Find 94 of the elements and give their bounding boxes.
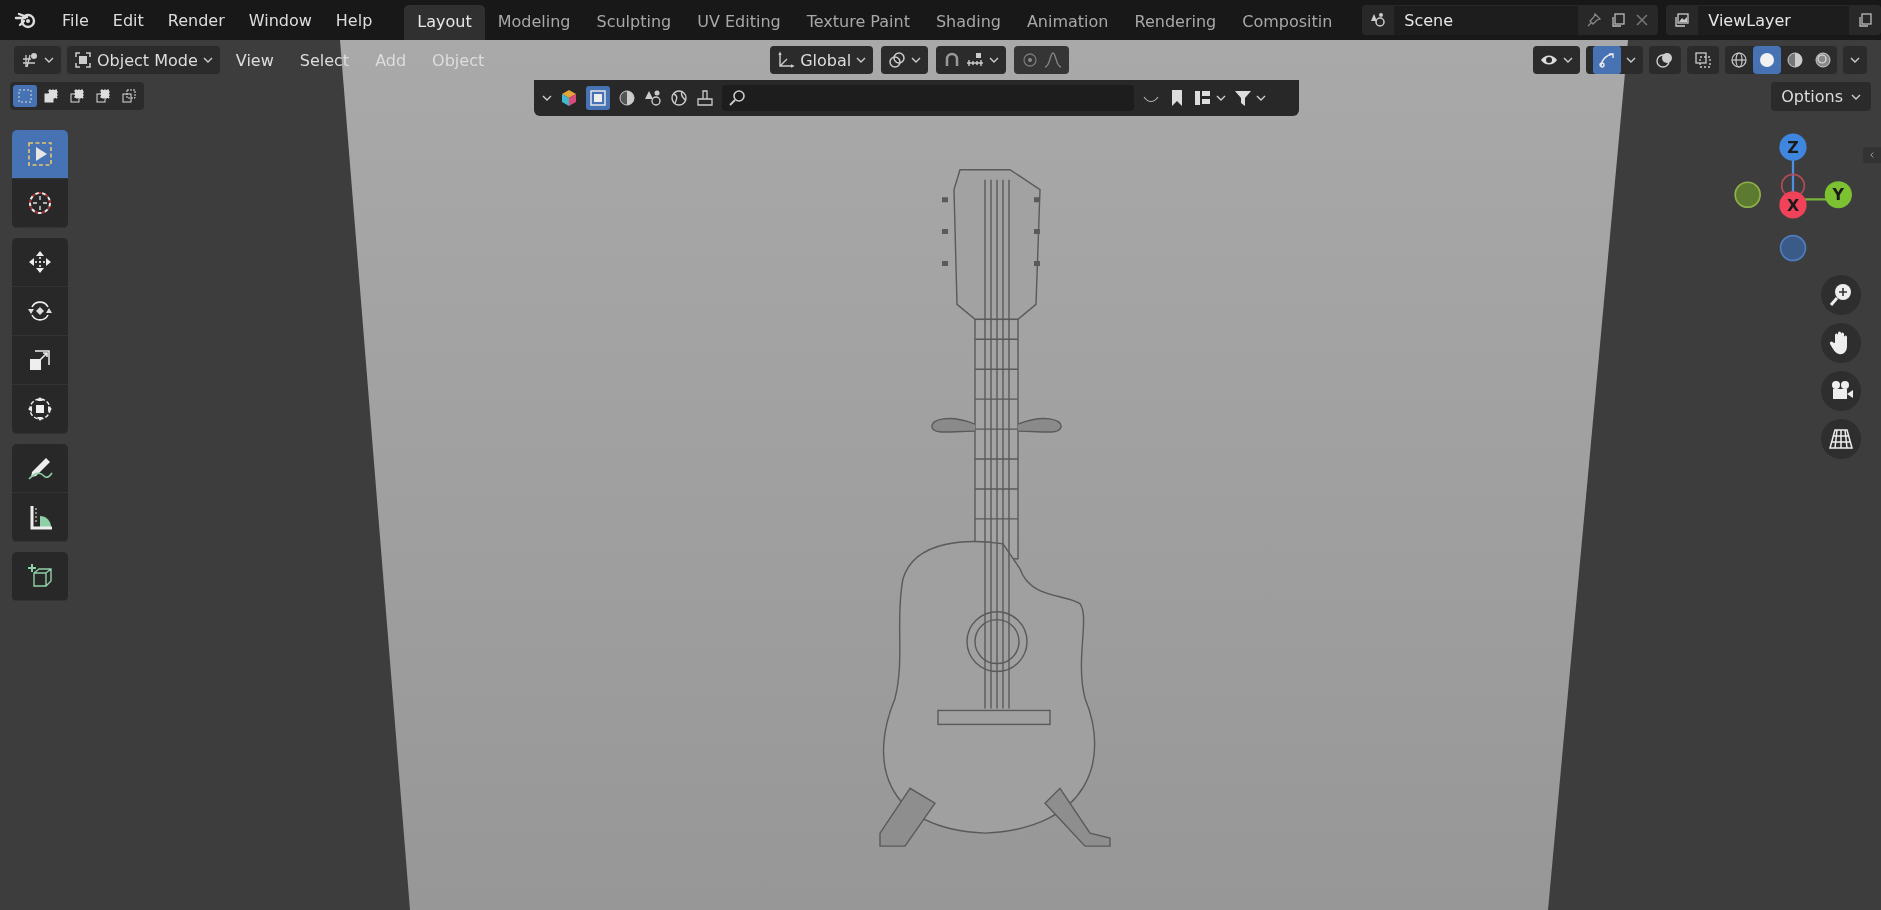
overlays-icon	[1656, 51, 1674, 69]
add-cube-icon	[26, 562, 54, 590]
globe-icon	[1730, 51, 1748, 69]
x-axis-label: X	[1786, 195, 1800, 215]
filter-icon[interactable]	[1234, 89, 1252, 107]
negative-y-axis-handle[interactable]	[1734, 181, 1761, 209]
close-icon[interactable]	[1634, 12, 1651, 28]
selection-squares-icon	[17, 88, 33, 104]
globe-icon[interactable]	[670, 89, 688, 107]
workspace-tab[interactable]: Modeling	[484, 5, 584, 40]
x-axis-handle[interactable]	[1779, 191, 1807, 219]
caret-icon	[911, 57, 922, 63]
proportional-edit-group[interactable]	[1014, 46, 1070, 74]
pin-icon[interactable]	[1586, 12, 1603, 28]
colorful-cube-icon[interactable]	[560, 89, 578, 107]
workspace-tab[interactable]: Animation	[1013, 5, 1122, 40]
menu-item[interactable]: Help	[323, 6, 385, 34]
hierarchy-icon[interactable]	[1194, 89, 1212, 107]
camera-view-button[interactable]	[1821, 371, 1861, 411]
workspace-tab[interactable]: Texture Paint	[793, 5, 923, 40]
snap-increment-icon	[966, 51, 985, 69]
sphere-icon	[1758, 51, 1776, 69]
selection-squares-icon	[69, 88, 85, 104]
workspace-tab[interactable]: Layout	[404, 5, 485, 40]
menu-item[interactable]: View	[225, 50, 284, 70]
workspace-tab[interactable]: Sculpting	[583, 5, 685, 40]
overlays-button[interactable]	[1649, 46, 1681, 74]
view-layer-field[interactable]: ViewLayer	[1666, 5, 1881, 35]
half-sphere-icon[interactable]	[618, 89, 636, 107]
z-axis-handle[interactable]	[1779, 133, 1807, 161]
selection-squares-icon	[43, 88, 59, 104]
workspace-tab[interactable]: Rendering	[1121, 5, 1230, 40]
ring-sphere-icon	[1814, 51, 1832, 69]
caret-icon	[1851, 93, 1861, 100]
menu-item[interactable]: Edit	[100, 6, 156, 34]
brush-icon[interactable]	[696, 89, 714, 107]
caret-icon	[202, 57, 213, 63]
light-icon[interactable]	[644, 89, 662, 107]
transform-icon	[26, 395, 54, 423]
caret-icon	[1850, 57, 1860, 63]
caret-icon	[989, 57, 1000, 63]
pan-button[interactable]	[1821, 323, 1861, 363]
orientation-dropdown[interactable]: Global	[770, 46, 874, 74]
xray-icon	[1694, 51, 1712, 69]
editor-type-button[interactable]	[14, 46, 61, 74]
snap-group[interactable]	[936, 46, 1007, 74]
mode-dropdown[interactable]: Object Mode	[67, 46, 220, 74]
search-icon	[728, 89, 746, 107]
scene-icon	[1370, 12, 1387, 28]
y-axis-label: Y	[1832, 185, 1845, 205]
cursor-icon	[26, 189, 54, 217]
orientation-icon	[777, 51, 796, 69]
perspective-toggle-button[interactable]	[1821, 419, 1861, 459]
caret-icon	[1626, 57, 1636, 63]
options-dropdown[interactable]: Options	[1771, 82, 1871, 111]
visibility-dropdown[interactable]	[1533, 46, 1580, 74]
selection-squares-icon	[121, 88, 137, 104]
workspace-tab[interactable]: Shading	[922, 5, 1014, 40]
select-tool-button[interactable]	[12, 130, 68, 179]
select-icon	[26, 140, 54, 168]
caret-icon[interactable]	[1256, 95, 1266, 101]
caret-icon	[856, 57, 867, 63]
caret-icon	[1563, 57, 1573, 63]
caret-icon[interactable]	[1216, 95, 1226, 101]
gizmo-toggle-icon[interactable]	[1593, 46, 1621, 74]
solid-shading-button[interactable]	[1753, 46, 1781, 74]
selection-squares-icon	[95, 88, 111, 104]
menu-item[interactable]: Window	[236, 6, 324, 34]
workspace-tab[interactable]: Compositin	[1229, 5, 1346, 40]
caret-icon	[44, 57, 54, 63]
scene-field[interactable]: Scene	[1362, 5, 1659, 35]
y-axis-handle[interactable]	[1824, 181, 1852, 209]
object-square-icon[interactable]	[589, 89, 607, 107]
caret-icon[interactable]	[542, 95, 552, 101]
shading-options-dropdown[interactable]	[1843, 46, 1867, 74]
zoom-button[interactable]	[1821, 275, 1861, 315]
menu-item[interactable]: Render	[155, 6, 237, 34]
copy-icon[interactable]	[1610, 12, 1627, 28]
falloff-curve-icon	[1044, 51, 1063, 69]
workspace-tab[interactable]: UV Editing	[684, 5, 794, 40]
copy-icon[interactable]	[1857, 12, 1873, 28]
xray-button[interactable]	[1687, 46, 1719, 74]
image-stack-icon	[1674, 12, 1691, 28]
half-sphere-icon	[1786, 51, 1804, 69]
sidebar-toggle-button[interactable]	[1863, 147, 1881, 163]
pivot-dropdown[interactable]	[881, 46, 929, 74]
menu-item[interactable]: File	[50, 6, 101, 34]
object-mode-icon	[74, 51, 92, 69]
proportional-edit-icon	[1021, 51, 1040, 69]
axes-icon	[21, 51, 39, 69]
search-field[interactable]	[722, 85, 1134, 111]
negative-z-axis-handle[interactable]	[1779, 234, 1807, 262]
z-axis-label: Z	[1787, 137, 1799, 157]
link-icon	[888, 51, 907, 69]
